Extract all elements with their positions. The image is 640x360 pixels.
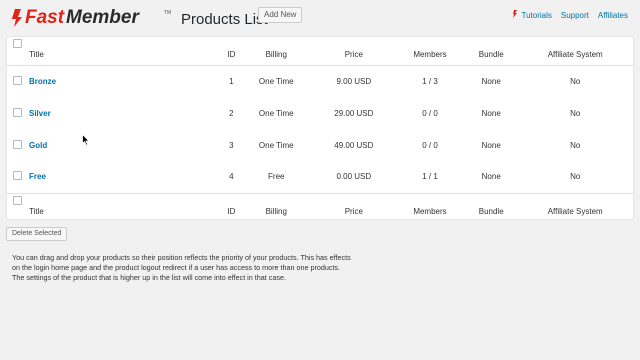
cell-members: 1 / 1 bbox=[422, 172, 438, 182]
column-affiliate-system: Affiliate System bbox=[547, 50, 603, 60]
add-new-button[interactable]: Add New bbox=[258, 7, 303, 23]
row-checkbox[interactable] bbox=[7, 97, 23, 129]
cell-bundle: None bbox=[481, 108, 501, 118]
column-bundle: Bundle bbox=[478, 206, 504, 216]
tutorials-label: Tutorials bbox=[521, 11, 552, 20]
product-link[interactable]: Free bbox=[29, 172, 46, 181]
tutorials-icon bbox=[513, 10, 518, 18]
table-row[interactable]: Gold 3 One Time 49.00 USD 0 / 0 None No bbox=[7, 129, 633, 161]
table-row[interactable]: Silver 2 One Time 29.00 USD 0 / 0 None N… bbox=[7, 97, 633, 129]
cell-affiliate: No bbox=[570, 172, 581, 182]
top-links: Tutorials Support Affiliates bbox=[513, 10, 628, 20]
cell-price: 9.00 USD bbox=[336, 76, 372, 86]
column-id: ID bbox=[227, 50, 236, 60]
svg-text:TM: TM bbox=[164, 10, 171, 16]
column-id: ID bbox=[227, 206, 236, 216]
cell-price: 49.00 USD bbox=[334, 140, 374, 150]
cell-price: 29.00 USD bbox=[334, 108, 374, 118]
cell-affiliate: No bbox=[570, 108, 581, 118]
cell-bundle: None bbox=[481, 140, 501, 150]
delete-selected-button[interactable]: Delete Selected bbox=[6, 227, 68, 241]
tutorials-link[interactable]: Tutorials bbox=[513, 10, 552, 20]
cell-billing: One Time bbox=[258, 76, 294, 86]
cell-id: 3 bbox=[229, 140, 234, 150]
column-billing: Billing bbox=[265, 206, 287, 216]
support-link[interactable]: Support bbox=[561, 11, 589, 20]
cell-billing: Free bbox=[268, 172, 285, 182]
cell-billing: One Time bbox=[258, 140, 294, 150]
select-all-checkbox[interactable] bbox=[7, 37, 23, 65]
column-affiliate-system: Affiliate System bbox=[547, 206, 603, 216]
row-checkbox[interactable] bbox=[7, 65, 23, 97]
page-title: Products List bbox=[181, 11, 268, 28]
cell-affiliate: No bbox=[570, 76, 581, 86]
column-bundle: Bundle bbox=[478, 50, 504, 60]
affiliates-link[interactable]: Affiliates bbox=[598, 11, 628, 20]
cell-members: 0 / 0 bbox=[422, 108, 438, 118]
header-bar: Fast Member TM Products List Add New Tut… bbox=[0, 0, 640, 34]
mouse-cursor-icon bbox=[82, 134, 90, 146]
select-all-checkbox-footer[interactable] bbox=[7, 193, 23, 221]
column-members: Members bbox=[413, 206, 447, 216]
cell-id: 1 bbox=[229, 76, 234, 86]
column-price: Price bbox=[344, 50, 363, 60]
svg-text:Fast: Fast bbox=[25, 7, 65, 28]
product-link[interactable]: Gold bbox=[29, 141, 47, 150]
cell-bundle: None bbox=[481, 172, 501, 182]
cell-id: 4 bbox=[229, 172, 234, 182]
cell-billing: One Time bbox=[258, 108, 294, 118]
cell-id: 2 bbox=[229, 108, 234, 118]
product-link[interactable]: Silver bbox=[29, 109, 51, 118]
cell-price: 0.00 USD bbox=[336, 172, 372, 182]
column-billing: Billing bbox=[265, 50, 287, 60]
table-footer-row: Title ID Billing Price Members Bundle Af… bbox=[7, 193, 633, 221]
product-link[interactable]: Bronze bbox=[29, 77, 56, 86]
help-text: You can drag and drop your products so t… bbox=[12, 253, 351, 282]
column-price: Price bbox=[344, 206, 363, 216]
column-title: Title bbox=[29, 206, 44, 216]
cell-members: 1 / 3 bbox=[422, 76, 438, 86]
column-members: Members bbox=[413, 50, 447, 60]
row-checkbox[interactable] bbox=[7, 161, 23, 193]
cell-bundle: None bbox=[481, 76, 501, 86]
fastmember-logo: Fast Member TM bbox=[10, 7, 171, 28]
svg-text:Member: Member bbox=[66, 7, 140, 28]
column-title: Title bbox=[29, 50, 44, 60]
table-row[interactable]: Free 4 Free 0.00 USD 1 / 1 None No bbox=[7, 161, 633, 193]
table-row[interactable]: Bronze 1 One Time 9.00 USD 1 / 3 None No bbox=[7, 65, 633, 97]
products-table: Title ID Billing Price Members Bundle Af… bbox=[6, 36, 634, 220]
table-header-row: Title ID Billing Price Members Bundle Af… bbox=[7, 37, 633, 65]
cell-affiliate: No bbox=[570, 140, 581, 150]
cell-members: 0 / 0 bbox=[422, 140, 438, 150]
row-checkbox[interactable] bbox=[7, 129, 23, 161]
